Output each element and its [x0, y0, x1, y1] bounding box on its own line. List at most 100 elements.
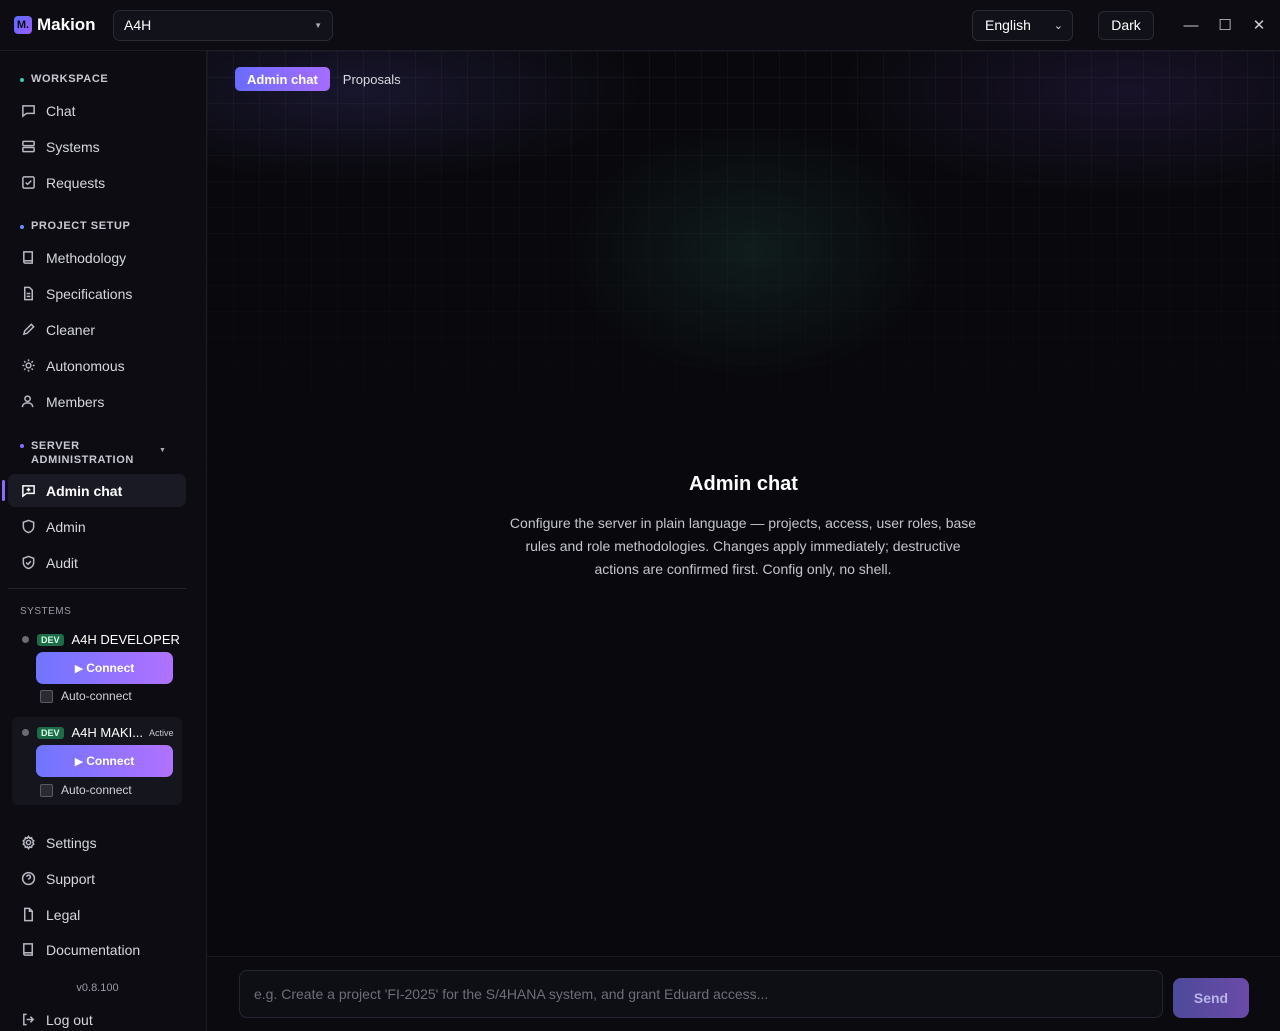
chat-composer: Send [207, 956, 1280, 1031]
auto-connect-toggle[interactable]: Auto-connect [40, 689, 132, 703]
auto-connect-checkbox[interactable] [40, 783, 53, 797]
sidebar-item-settings[interactable]: Settings [8, 826, 186, 859]
send-button[interactable]: Send [1173, 978, 1249, 1018]
sidebar-item-autonomous[interactable]: Autonomous [8, 349, 186, 382]
file-icon [20, 286, 36, 302]
auto-connect-toggle[interactable]: Auto-connect [40, 783, 132, 797]
gear-icon [20, 835, 36, 851]
connect-button[interactable]: ▶ Connect [36, 745, 173, 777]
project-select[interactable]: A4H ▼ [113, 9, 333, 41]
sidebar-item-label: Audit [46, 554, 78, 571]
system-name: A4H DEVELOPER [71, 632, 180, 647]
system-card-active: DEV A4H MAKI... Active ▶ Connect Auto-co… [12, 717, 182, 805]
section-dot [20, 225, 24, 229]
section-heading-project-setup: PROJECT SETUP [20, 220, 131, 232]
sidebar-item-support[interactable]: Support [8, 862, 186, 895]
section-heading-server-administration[interactable]: SERVER ADMINISTRATION ▼ [20, 439, 167, 467]
language-select-value: English [985, 17, 1031, 33]
sidebar-item-label: Admin [46, 518, 86, 535]
sidebar-item-label: Systems [46, 138, 100, 155]
system-row[interactable]: DEV A4H DEVELOPER [22, 632, 180, 647]
sidebar: WORKSPACE Chat Systems Requests PROJECT … [0, 51, 207, 1031]
logout-icon [20, 1012, 36, 1028]
logo-mark: M. [14, 16, 32, 34]
pencil-icon [20, 322, 36, 338]
chat-input[interactable] [239, 970, 1163, 1018]
shield-icon [20, 519, 36, 535]
maximize-icon[interactable]: ☐ [1208, 8, 1242, 42]
logout-button[interactable]: Log out [8, 1003, 186, 1031]
theme-toggle-button[interactable]: Dark [1098, 10, 1154, 40]
sidebar-item-label: Members [46, 393, 105, 410]
sidebar-item-audit[interactable]: Audit [8, 546, 186, 579]
section-heading-line: ADMINISTRATION [31, 454, 134, 466]
sidebar-item-admin-chat[interactable]: Admin chat [8, 474, 186, 507]
sidebar-item-label: Specifications [46, 285, 133, 302]
sidebar-item-documentation[interactable]: Documentation [8, 933, 186, 966]
section-dot [20, 78, 24, 82]
section-heading-line: SERVER [31, 440, 80, 452]
section-heading-workspace: WORKSPACE [20, 73, 108, 85]
section-heading-label: PROJECT SETUP [31, 220, 131, 232]
user-icon [20, 394, 36, 410]
sidebar-item-requests[interactable]: Requests [8, 166, 186, 199]
system-state: Active [149, 727, 174, 738]
env-badge: DEV [37, 726, 64, 739]
app-version: v0.8.100 [76, 982, 119, 994]
sidebar-item-label: Legal [46, 906, 81, 923]
auto-connect-label: Auto-connect [61, 689, 132, 703]
systems-heading: SYSTEMS [20, 606, 72, 617]
sidebar-item-label: Methodology [46, 249, 127, 266]
connect-label: Connect [86, 661, 135, 675]
status-dot [22, 636, 29, 643]
tab-admin-chat[interactable]: Admin chat [235, 67, 330, 91]
chat-edit-icon [20, 483, 36, 499]
check-square-icon [20, 175, 36, 191]
system-row[interactable]: DEV A4H MAKI... Active [22, 725, 174, 740]
title-bar: M. Makion A4H ▼ English ⌄ Dark — ☐ ✕ [0, 0, 1280, 51]
play-icon: ▶ [74, 755, 84, 768]
tab-proposals[interactable]: Proposals [331, 67, 413, 91]
sidebar-item-label: Cleaner [46, 321, 96, 338]
auto-connect-checkbox[interactable] [40, 689, 53, 703]
connect-button[interactable]: ▶ Connect [36, 652, 173, 684]
chevron-down-icon: ⌄ [1053, 19, 1063, 32]
sidebar-item-chat[interactable]: Chat [8, 94, 186, 127]
sidebar-divider [8, 588, 186, 589]
book-icon [20, 942, 36, 958]
system-name: A4H MAKI... [71, 725, 144, 740]
project-select-value: A4H [124, 17, 152, 33]
caret-down-icon[interactable]: ▼ [159, 444, 167, 458]
tab-bar: Admin chat Proposals [235, 67, 413, 91]
window-controls: — ☐ ✕ [1174, 8, 1276, 42]
minimize-icon[interactable]: — [1174, 8, 1208, 42]
sidebar-item-label: Documentation [46, 941, 141, 958]
status-dot [22, 729, 29, 736]
empty-state-description: Configure the server in plain language —… [509, 515, 977, 577]
main-content: Admin chat Proposals Admin chat Configur… [207, 51, 1280, 956]
help-circle-icon [20, 871, 36, 887]
sidebar-item-label: Settings [46, 834, 97, 851]
language-select[interactable]: English ⌄ [972, 9, 1073, 41]
sidebar-item-admin[interactable]: Admin [8, 510, 186, 543]
system-card: DEV A4H DEVELOPER ▶ Connect Auto-connect [12, 626, 182, 706]
sidebar-item-methodology[interactable]: Methodology [8, 241, 186, 274]
sun-icon [20, 358, 36, 374]
connect-label: Connect [86, 754, 135, 768]
server-icon [20, 139, 36, 155]
sidebar-item-label: Chat [46, 102, 76, 119]
sidebar-item-label: Autonomous [46, 357, 125, 374]
empty-state-title: Admin chat [689, 473, 798, 495]
logout-label: Log out [46, 1011, 93, 1028]
sidebar-item-specifications[interactable]: Specifications [8, 277, 186, 310]
close-icon[interactable]: ✕ [1242, 8, 1276, 42]
play-icon: ▶ [74, 662, 84, 675]
caret-down-icon: ▼ [314, 20, 322, 30]
sidebar-item-cleaner[interactable]: Cleaner [8, 313, 186, 346]
shield-check-icon [20, 555, 36, 571]
auto-connect-label: Auto-connect [61, 783, 132, 797]
background-grid [207, 51, 1280, 531]
sidebar-item-systems[interactable]: Systems [8, 130, 186, 163]
sidebar-item-members[interactable]: Members [8, 385, 186, 418]
sidebar-item-legal[interactable]: Legal [8, 898, 186, 931]
